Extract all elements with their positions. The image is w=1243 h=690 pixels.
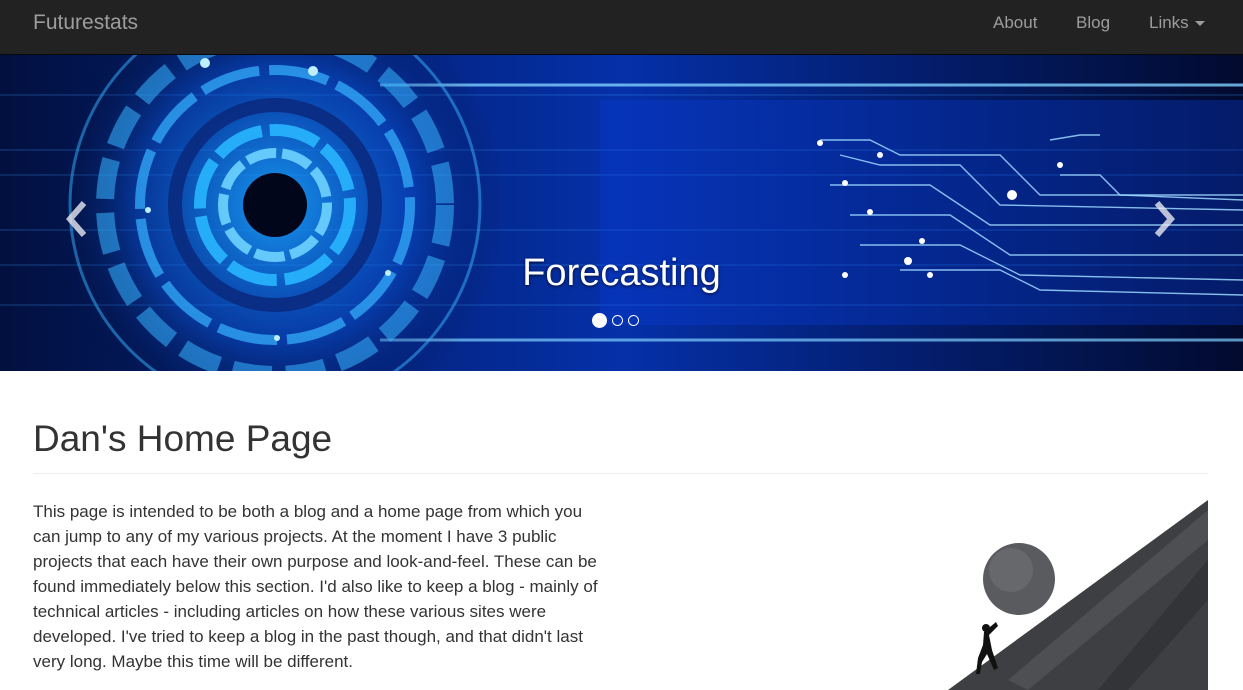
caret-down-icon [1194,21,1205,27]
nav-item-about[interactable]: About [993,13,1037,33]
brand-link[interactable]: Futurestats [33,11,138,35]
nav-item-blog[interactable]: Blog [1076,13,1110,33]
nav-item-links-label: Links [1149,13,1189,32]
title-divider [33,473,1208,474]
chevron-left-icon [66,201,87,237]
carousel-indicator-1[interactable] [592,312,607,328]
chevron-right-icon [1154,201,1175,237]
nav-item-links-dropdown[interactable]: Links [1149,13,1205,33]
top-navbar: Futurestats About Blog Links [0,0,1243,55]
carousel-caption: Forecasting [522,252,721,294]
carousel-indicator-3[interactable] [628,314,639,326]
page-title: Dan's Home Page [33,418,333,459]
carousel-indicator-2[interactable] [612,314,623,326]
sisyphus-image [948,500,1208,690]
hero-carousel: Forecasting [0,55,1243,371]
intro-paragraph: This page is intended to be both a blog … [33,502,598,671]
carousel-next-button[interactable] [1143,199,1183,239]
carousel-prev-button[interactable] [58,199,98,239]
carousel-indicators [592,312,639,328]
